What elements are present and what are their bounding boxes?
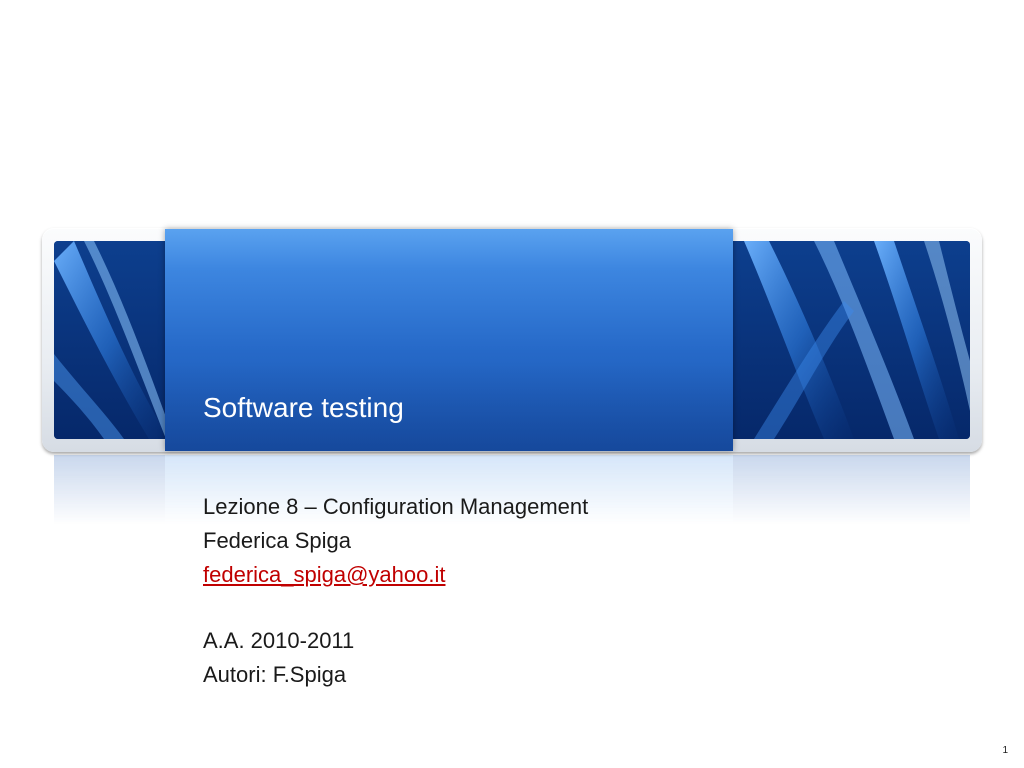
slide-subtitle: Lezione 8 – Configuration Management Fed… bbox=[203, 490, 588, 692]
email-link[interactable]: federica_spiga@yahoo.it bbox=[203, 562, 445, 587]
academic-year: A.A. 2010-2011 bbox=[203, 628, 355, 653]
slide-title: Software testing bbox=[203, 392, 404, 423]
slide: Software testing Lezione 8 – Configurati… bbox=[0, 0, 1024, 768]
authors-line: Autori: F.Spiga bbox=[203, 662, 347, 687]
page-number: 1 bbox=[1002, 745, 1008, 756]
author-name: Federica Spiga bbox=[203, 528, 351, 553]
lecture-line: Lezione 8 – Configuration Management bbox=[203, 494, 589, 519]
